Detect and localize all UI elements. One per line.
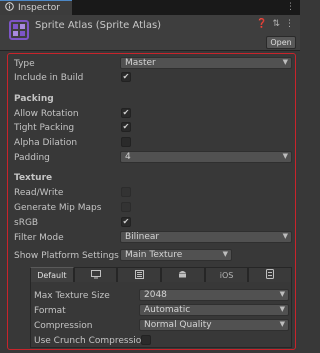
sprite-atlas-icon (8, 19, 30, 44)
filter-mode-row: Filter Mode (14, 231, 64, 244)
max-texture-size-value: 2048 (144, 290, 167, 300)
format-value: Automatic (144, 305, 191, 315)
include-in-build-checkbox[interactable] (121, 72, 131, 82)
crunch-row: Use Crunch Compression (34, 334, 147, 347)
format-row: Format (34, 304, 66, 317)
read-write-row: Read/Write (14, 186, 63, 199)
chevron-down-icon: ▼ (279, 320, 285, 328)
platform-settings-value: Main Texture (125, 250, 183, 260)
standalone-icon (90, 269, 101, 281)
padding-label: Padding (14, 152, 50, 163)
padding-row: Padding (14, 151, 50, 164)
inspector-tab-bar: Inspector ⋮ (0, 0, 300, 15)
padding-dropdown[interactable]: 4 ▼ (120, 151, 292, 163)
chevron-down-icon: ▼ (282, 232, 288, 240)
tight-packing-row: Tight Packing (14, 121, 74, 134)
include-row: Include in Build (14, 71, 83, 84)
tight-packing-checkbox[interactable] (121, 122, 131, 132)
info-icon (5, 2, 14, 14)
format-dropdown[interactable]: Automatic ▼ (139, 304, 289, 316)
chevron-down-icon: ▼ (282, 58, 288, 66)
chevron-down-icon: ▼ (222, 250, 228, 258)
alpha-dilation-label: Alpha Dilation (14, 137, 78, 148)
srgb-row: sRGB (14, 216, 38, 229)
texture-heading: Texture (14, 173, 53, 183)
asset-title: Sprite Atlas (Sprite Atlas) (35, 20, 162, 31)
tab-android[interactable] (161, 267, 205, 282)
srgb-checkbox[interactable] (121, 217, 131, 227)
platform-settings-row: Show Platform Settings F (14, 249, 127, 262)
asset-header: Sprite Atlas (Sprite Atlas) ❓ ⇅ ⋮ Open (0, 15, 300, 51)
presets-icon[interactable]: ⇅ (272, 19, 280, 29)
use-crunch-compression-label: Use Crunch Compression (34, 335, 147, 346)
format-label: Format (34, 305, 66, 316)
tab-standalone[interactable] (73, 267, 118, 282)
allow-rotation-label: Allow Rotation (14, 108, 79, 119)
chevron-down-icon: ▼ (279, 305, 285, 313)
max-texture-size-dropdown[interactable]: 2048 ▼ (139, 289, 289, 301)
compression-value: Normal Quality (144, 320, 212, 330)
context-menu-icon[interactable]: ⋮ (285, 19, 294, 29)
ios-label: iOS (219, 270, 234, 280)
include-in-build-label: Include in Build (14, 72, 84, 83)
chevron-down-icon: ▼ (282, 152, 288, 160)
filter-mode-label: Filter Mode (14, 232, 64, 243)
type-row: Type (14, 57, 35, 70)
mipmaps-row: Generate Mip Maps (14, 201, 101, 214)
tab-server[interactable] (248, 267, 293, 282)
use-crunch-compression-checkbox[interactable] (141, 335, 151, 345)
packing-heading: Packing (14, 94, 54, 104)
platform-tabs: Default iOS (30, 267, 293, 282)
type-label: Type (14, 58, 35, 69)
type-dropdown[interactable]: Master ▼ (120, 57, 292, 69)
platform-settings-dropdown[interactable]: Main Texture ▼ (120, 249, 232, 261)
filter-mode-value: Bilinear (125, 232, 160, 242)
inspector-tab[interactable]: Inspector (0, 0, 72, 15)
allow-rotation-checkbox[interactable] (121, 108, 131, 118)
chevron-down-icon: ▼ (279, 290, 285, 298)
webgl-icon (134, 269, 144, 281)
read-write-label: Read/Write (14, 187, 64, 198)
tab-ios[interactable]: iOS (204, 267, 249, 282)
inspector-tab-label: Inspector (18, 3, 60, 13)
compression-label: Compression (34, 320, 93, 331)
alpha-dilation-checkbox[interactable] (121, 137, 131, 147)
kebab-menu-icon[interactable]: ⋮ (286, 2, 295, 12)
compression-dropdown[interactable]: Normal Quality ▼ (139, 319, 289, 331)
android-icon (178, 269, 187, 281)
srgb-label: sRGB (14, 217, 39, 228)
read-write-checkbox[interactable] (121, 187, 131, 197)
tight-packing-label: Tight Packing (14, 122, 75, 133)
open-button[interactable]: Open (266, 36, 296, 49)
max-texture-size-label: Max Texture Size (34, 290, 110, 301)
alpha-dilation-row: Alpha Dilation (14, 136, 77, 149)
server-icon (266, 269, 275, 281)
compression-row: Compression (34, 319, 92, 332)
generate-mip-maps-label: Generate Mip Maps (14, 202, 102, 213)
show-platform-settings-label: Show Platform Settings F (14, 250, 127, 261)
max-texture-size-row: Max Texture Size (34, 289, 110, 302)
help-icon[interactable]: ❓ (256, 19, 267, 29)
type-value: Master (125, 58, 156, 68)
padding-value: 4 (125, 152, 131, 162)
tab-webgl[interactable] (117, 267, 162, 282)
filter-mode-dropdown[interactable]: Bilinear ▼ (120, 231, 292, 243)
allow-rotation-row: Allow Rotation (14, 107, 79, 120)
generate-mip-maps-checkbox[interactable] (121, 202, 131, 212)
tab-default[interactable]: Default (30, 267, 74, 282)
